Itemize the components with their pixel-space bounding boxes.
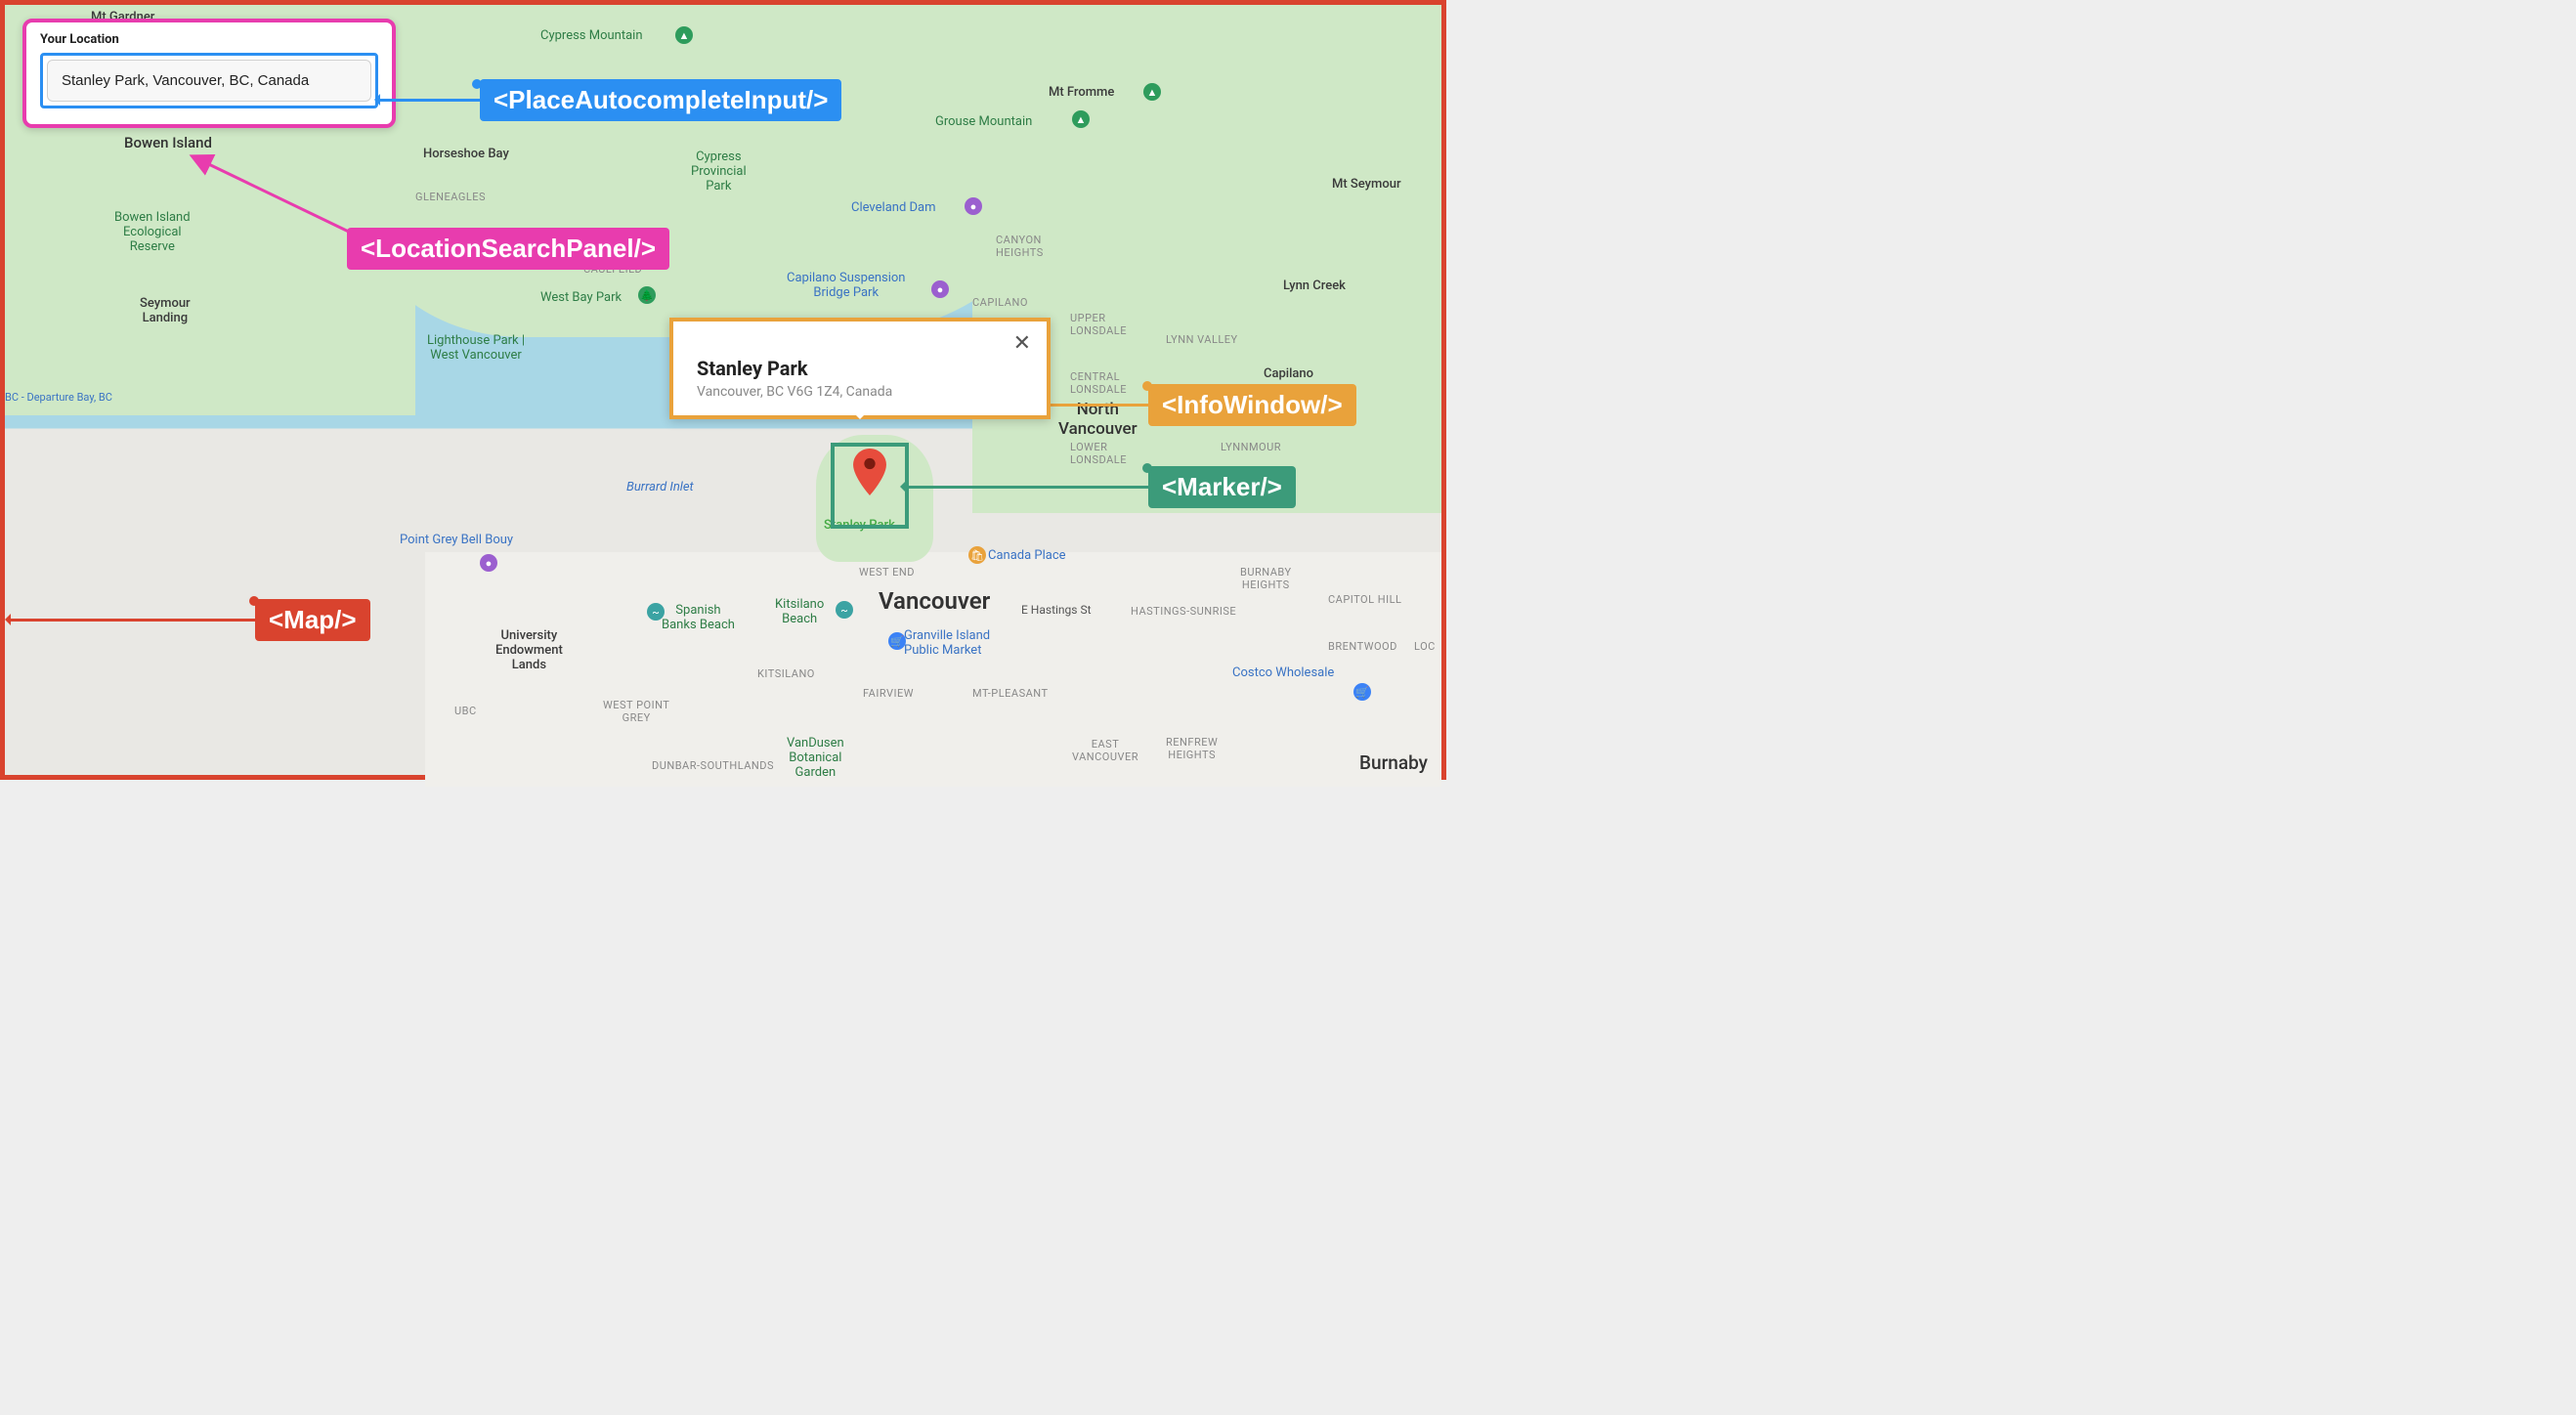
map-land — [972, 5, 1441, 513]
attraction-poi-icon[interactable]: ● — [480, 554, 497, 572]
beach-poi-icon[interactable]: ~ — [647, 603, 665, 621]
location-search-panel: Your Location — [22, 19, 396, 128]
map-land — [425, 552, 1441, 787]
attraction-poi-icon[interactable]: ● — [931, 280, 949, 298]
park-poi-icon[interactable]: 🌲 — [638, 286, 656, 304]
market-poi-icon[interactable]: 🛒 — [888, 632, 906, 650]
info-window-close-button[interactable]: ✕ — [1008, 331, 1037, 355]
mountain-poi-icon[interactable]: ▲ — [1072, 110, 1090, 128]
store-poi-icon[interactable]: 🛒 — [1353, 683, 1371, 701]
info-window-tail — [850, 409, 870, 429]
arrow-dot — [1142, 381, 1152, 391]
beach-poi-icon[interactable]: ~ — [836, 601, 853, 619]
info-window-subtitle: Vancouver, BC V6G 1Z4, Canada — [697, 384, 1023, 400]
park-poi-icon[interactable]: ▲ — [675, 26, 693, 44]
arrow-dot — [1142, 463, 1152, 473]
info-window-title: Stanley Park — [697, 357, 1023, 380]
map-marker-pin[interactable] — [853, 449, 886, 495]
search-panel-label: Your Location — [40, 32, 378, 47]
autocomplete-input-highlight — [40, 53, 378, 108]
shopping-poi-icon[interactable]: 🛍 — [968, 546, 986, 564]
map-marker-highlight — [831, 443, 909, 529]
arrow-dot — [249, 596, 259, 606]
map-component[interactable]: Mt Gardner Bowen Island Bowen Island Eco… — [0, 0, 1446, 780]
info-window: ✕ Stanley Park Vancouver, BC V6G 1Z4, Ca… — [669, 318, 1051, 419]
mountain-poi-icon[interactable]: ▲ — [1143, 83, 1161, 101]
place-autocomplete-input[interactable] — [47, 60, 371, 102]
attraction-poi-icon[interactable]: ● — [965, 197, 982, 215]
